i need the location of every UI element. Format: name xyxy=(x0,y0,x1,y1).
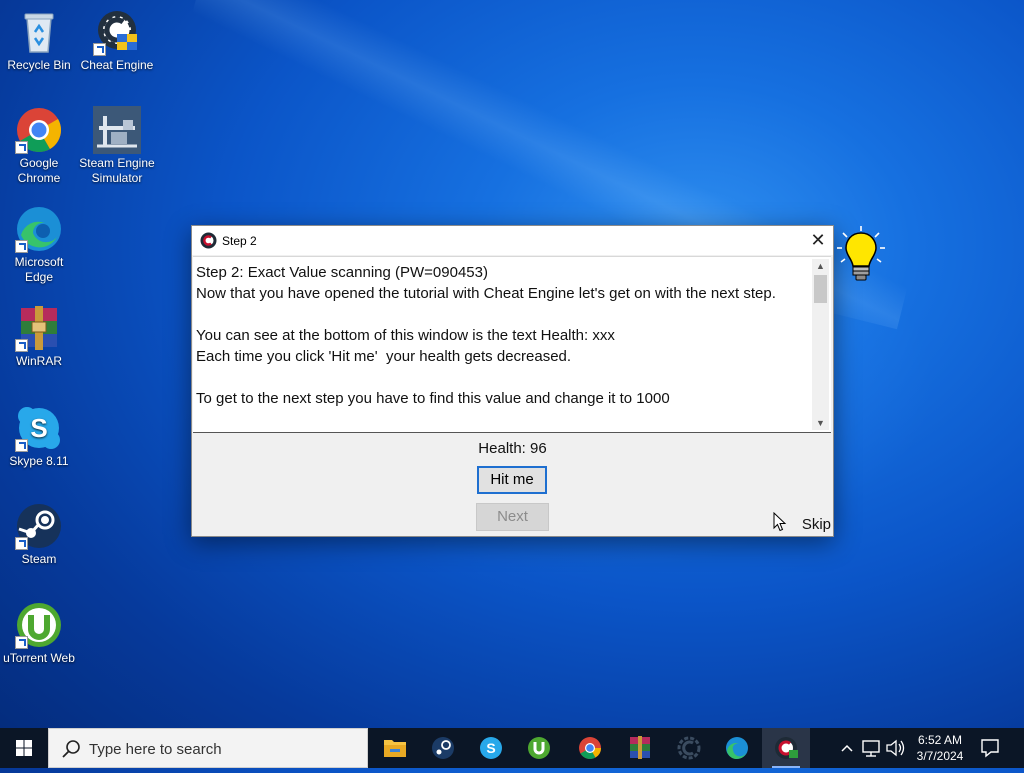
notification-center-icon[interactable] xyxy=(980,738,1000,758)
shortcut-arrow-icon xyxy=(15,636,28,649)
taskbar-app-cheat-engine-tutorial[interactable] xyxy=(762,728,810,768)
shortcut-arrow-icon xyxy=(15,240,28,253)
steam-engine-simulator-icon xyxy=(93,106,141,154)
health-label: Health: 96 xyxy=(478,440,547,457)
instructions-textarea[interactable]: Step 2: Exact Value scanning (PW=090453)… xyxy=(193,256,831,433)
close-button[interactable]: ✕ xyxy=(803,226,833,255)
desktop-icon-skype[interactable]: S Skype 8.11 xyxy=(0,404,78,469)
winrar-icon xyxy=(630,736,650,759)
desktop-icon-google-chrome[interactable]: Google Chrome xyxy=(0,106,78,186)
desktop-icon-winrar[interactable]: WinRAR xyxy=(0,304,78,369)
windows-logo-icon xyxy=(16,740,32,756)
mouse-cursor-icon xyxy=(773,512,787,532)
tutorial-window: Step 2 ✕ Step 2: Exact Value scanning (P… xyxy=(191,225,834,537)
desktop-icon-recycle-bin[interactable]: Recycle Bin xyxy=(0,8,78,73)
desktop-icon-label: Skype 8.11 xyxy=(9,454,69,468)
desktop-icon-label: uTorrent Web xyxy=(3,651,75,665)
utorrent-icon xyxy=(15,601,63,649)
start-button[interactable] xyxy=(0,728,48,768)
volume-icon[interactable] xyxy=(884,728,906,768)
desktop-icon-label: Microsoft Edge xyxy=(14,255,64,284)
shortcut-arrow-icon xyxy=(15,339,28,352)
network-icon[interactable] xyxy=(860,728,882,768)
scroll-down-icon[interactable]: ▼ xyxy=(812,416,829,430)
clock-time: 6:52 AM xyxy=(917,733,963,747)
taskbar-app-edge[interactable] xyxy=(713,728,761,768)
desktop-icon-label: Steam Engine Simulator xyxy=(79,156,155,185)
shortcut-arrow-icon xyxy=(15,141,28,154)
edge-icon xyxy=(726,737,748,760)
desktop-icon-label: Cheat Engine xyxy=(80,58,154,72)
winrar-icon xyxy=(15,304,63,352)
skype-icon: S xyxy=(15,404,63,452)
file-explorer-icon xyxy=(384,740,406,757)
chrome-icon xyxy=(15,106,63,154)
desktop-icon-label: Recycle Bin xyxy=(7,58,71,72)
shortcut-arrow-icon xyxy=(15,439,28,452)
cheat-engine-icon xyxy=(93,8,141,56)
system-clock[interactable]: 6:52 AM 3/7/2024 xyxy=(905,732,975,764)
taskbar-app-cheat-engine[interactable] xyxy=(665,728,713,768)
desktop-icon-label: Steam xyxy=(21,552,57,566)
taskbar-search-box[interactable]: Type here to search xyxy=(48,728,368,768)
desktop-icon-label: Google Chrome xyxy=(17,156,61,185)
cheat-engine-icon xyxy=(677,736,701,760)
hit-me-button[interactable]: Hit me xyxy=(477,466,547,494)
cheat-engine-tutorial-icon xyxy=(775,737,798,759)
taskbar-app-steam[interactable] xyxy=(419,728,467,768)
edge-icon xyxy=(15,205,63,253)
show-hidden-icons-chevron-icon[interactable] xyxy=(838,728,856,768)
lightbulb-hint-icon[interactable] xyxy=(835,224,887,290)
desktop-icon-label: WinRAR xyxy=(15,354,62,368)
skype-icon: S xyxy=(480,737,502,759)
desktop-icon-microsoft-edge[interactable]: Microsoft Edge xyxy=(0,205,78,285)
svg-text:S: S xyxy=(486,740,495,756)
desktop-icon-utorrent-web[interactable]: uTorrent Web xyxy=(0,601,78,666)
instructions-text: Step 2: Exact Value scanning (PW=090453)… xyxy=(196,264,776,407)
skip-link[interactable]: Skip xyxy=(802,516,831,533)
shortcut-arrow-icon xyxy=(93,43,106,56)
taskbar-app-chrome[interactable] xyxy=(566,728,614,768)
steam-icon xyxy=(15,502,63,550)
taskbar-app-utorrent[interactable] xyxy=(515,728,563,768)
vertical-scrollbar[interactable]: ▲ ▼ xyxy=(812,259,829,430)
shortcut-arrow-icon xyxy=(15,537,28,550)
desktop-icon-cheat-engine[interactable]: Cheat Engine xyxy=(78,8,156,73)
desktop-icon-steam-engine-simulator[interactable]: Steam Engine Simulator xyxy=(78,106,156,186)
taskbar: Type here to search S 6:52 AM 3/7/2024 xyxy=(0,728,1024,768)
desktop-icon-steam[interactable]: Steam xyxy=(0,502,78,567)
scrollbar-thumb[interactable] xyxy=(814,275,827,303)
utorrent-icon xyxy=(528,737,550,759)
chrome-icon xyxy=(579,737,601,759)
search-placeholder: Type here to search xyxy=(89,741,222,758)
search-icon xyxy=(62,740,80,758)
taskbar-app-skype[interactable]: S xyxy=(467,728,515,768)
steam-icon xyxy=(432,737,454,759)
scroll-up-icon[interactable]: ▲ xyxy=(812,259,829,273)
window-titlebar[interactable]: Step 2 ✕ xyxy=(192,226,833,255)
cheat-engine-icon xyxy=(200,232,217,249)
clock-date: 3/7/2024 xyxy=(916,749,964,763)
taskbar-app-winrar[interactable] xyxy=(616,728,664,768)
next-button[interactable]: Next xyxy=(476,503,549,531)
taskbar-app-file-explorer[interactable] xyxy=(371,728,419,768)
window-title: Step 2 xyxy=(222,234,257,248)
svg-text:S: S xyxy=(30,413,47,443)
recycle-bin-icon xyxy=(15,8,63,56)
